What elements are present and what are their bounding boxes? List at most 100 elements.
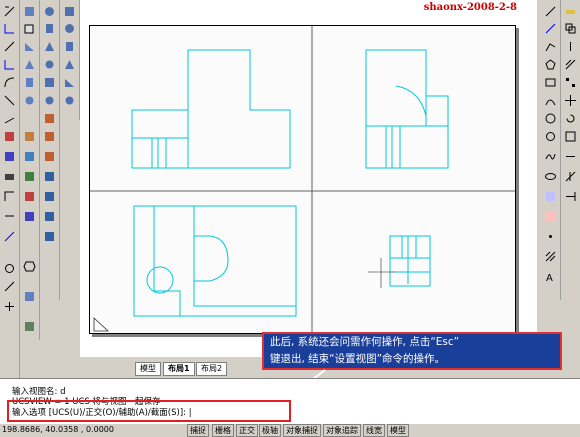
- offset-icon[interactable]: [564, 58, 577, 71]
- tolerance-icon[interactable]: [3, 190, 16, 203]
- shell-icon[interactable]: [43, 190, 56, 203]
- slice-icon[interactable]: [23, 190, 36, 203]
- tab-model[interactable]: 模型: [135, 362, 161, 376]
- cylinder2-icon[interactable]: [43, 22, 56, 35]
- baseline-icon[interactable]: [3, 210, 16, 223]
- callout-line-2: 键退出, 结束“设置视图”命令的操作。: [270, 353, 446, 365]
- block-icon[interactable]: [23, 290, 36, 303]
- ortho-toggle[interactable]: 正交: [236, 424, 258, 437]
- cone2-icon[interactable]: [43, 40, 56, 53]
- drawing-viewports: [90, 26, 515, 333]
- make-block-icon[interactable]: [544, 210, 557, 223]
- move-icon[interactable]: [564, 94, 577, 107]
- point2-icon[interactable]: [544, 230, 557, 243]
- right-toolbar-2: [561, 0, 580, 203]
- cylinder3-icon[interactable]: [63, 40, 76, 53]
- erase-icon[interactable]: [564, 5, 577, 18]
- wedge2-icon[interactable]: [63, 76, 76, 89]
- center-mark-icon[interactable]: [3, 300, 16, 313]
- left-toolbar-2: [20, 0, 40, 340]
- ucs-icon[interactable]: [23, 5, 36, 18]
- rotate-icon[interactable]: [564, 112, 577, 125]
- status-bar: 198.8686, 40.0358 , 0.0000 捕捉 栅格 正交 极轴 对…: [0, 423, 580, 437]
- line-icon[interactable]: [544, 5, 557, 18]
- interfere-icon[interactable]: [23, 210, 36, 223]
- sphere2-icon[interactable]: [63, 22, 76, 35]
- cone-icon[interactable]: [23, 58, 36, 71]
- xline-icon[interactable]: [544, 22, 557, 35]
- leader-icon[interactable]: [3, 94, 16, 107]
- insert-block-icon[interactable]: [544, 190, 557, 203]
- polygon-icon[interactable]: [544, 58, 557, 71]
- arc2-icon[interactable]: [544, 94, 557, 107]
- edit-face-icon[interactable]: [43, 170, 56, 183]
- prompt-highlight: [7, 400, 291, 422]
- torus2-icon[interactable]: [43, 58, 56, 71]
- mtext-icon[interactable]: A: [544, 270, 557, 283]
- annotation-callout: 此后, 系统还会问需作何操作, 点击“Esc” 键退出, 结束“设置视图”命令的…: [262, 332, 562, 370]
- extend-icon[interactable]: [564, 190, 577, 203]
- revolve-icon[interactable]: [43, 94, 56, 107]
- cone3-icon[interactable]: [63, 58, 76, 71]
- section-icon[interactable]: [23, 170, 36, 183]
- drawing-area[interactable]: shaonx-2008-2-8: [80, 0, 537, 357]
- check-icon[interactable]: [43, 230, 56, 243]
- watermark: shaonx-2008-2-8: [423, 2, 517, 13]
- hatch-icon[interactable]: [3, 22, 16, 35]
- right-toolbar-1: A: [541, 0, 561, 300]
- circle-icon[interactable]: [544, 112, 557, 125]
- dimension-icon[interactable]: [3, 40, 16, 53]
- torus3-icon[interactable]: [63, 94, 76, 107]
- layout-paper: [89, 25, 516, 334]
- box2-icon[interactable]: [63, 5, 76, 18]
- pline-icon[interactable]: [544, 40, 557, 53]
- union-icon[interactable]: [43, 112, 56, 125]
- mirror-icon[interactable]: [564, 40, 577, 53]
- tab-layout1[interactable]: 布局1: [163, 362, 195, 376]
- extrude-icon[interactable]: [43, 76, 56, 89]
- diameter-icon[interactable]: [3, 280, 16, 293]
- intersect-icon[interactable]: [43, 150, 56, 163]
- spline-icon[interactable]: [544, 150, 557, 163]
- stretch-icon[interactable]: [564, 150, 577, 163]
- hatch2-icon[interactable]: [544, 250, 557, 263]
- text-icon[interactable]: [3, 58, 16, 71]
- otrack-toggle[interactable]: 对象追踪: [323, 424, 361, 437]
- cylinder-icon[interactable]: [23, 76, 36, 89]
- separate-icon[interactable]: [43, 210, 56, 223]
- angular-icon[interactable]: [3, 112, 16, 125]
- coordinate-readout: 198.8686, 40.0358 , 0.0000: [2, 425, 114, 434]
- callout-line-1: 此后, 系统还会问需作何操作, 点击“Esc”: [270, 336, 460, 348]
- point-icon[interactable]: [3, 5, 16, 18]
- trim-icon[interactable]: [564, 170, 577, 183]
- array-icon[interactable]: [564, 76, 577, 89]
- mesh-icon[interactable]: [23, 130, 36, 143]
- solid-icon[interactable]: [23, 150, 36, 163]
- box-icon[interactable]: [23, 22, 36, 35]
- subtract-icon[interactable]: [43, 130, 56, 143]
- torus-icon[interactable]: [23, 94, 36, 107]
- radius-icon[interactable]: [3, 262, 16, 275]
- tab-layout2[interactable]: 布局2: [196, 362, 228, 376]
- view-icon[interactable]: [3, 130, 16, 143]
- lineweight-toggle[interactable]: 线宽: [363, 424, 385, 437]
- revcloud-icon[interactable]: [544, 130, 557, 143]
- hexagon-icon[interactable]: [23, 260, 36, 273]
- scale-icon[interactable]: [564, 130, 577, 143]
- camera-icon[interactable]: [3, 170, 16, 183]
- osnap-toggle[interactable]: 对象捕捉: [283, 424, 321, 437]
- model-toggle[interactable]: 模型: [387, 424, 409, 437]
- sphere-icon[interactable]: [43, 5, 56, 18]
- rectangle-icon[interactable]: [544, 76, 557, 89]
- arc-icon[interactable]: [3, 76, 16, 89]
- iso-icon[interactable]: [3, 150, 16, 163]
- left-toolbar-1: [0, 0, 20, 378]
- continue-icon[interactable]: [3, 230, 16, 243]
- render-icon[interactable]: [23, 320, 36, 333]
- copy-icon[interactable]: [564, 22, 577, 35]
- polar-toggle[interactable]: 极轴: [259, 424, 281, 437]
- ellipse-icon[interactable]: [544, 170, 557, 183]
- snap-toggle[interactable]: 捕捉: [187, 424, 209, 437]
- grid-toggle[interactable]: 栅格: [212, 424, 234, 437]
- wedge-icon[interactable]: [23, 40, 36, 53]
